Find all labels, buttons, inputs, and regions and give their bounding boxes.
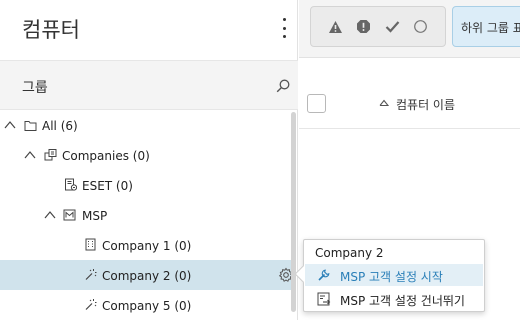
tree-item-label: Companies (0) [62, 149, 150, 163]
tree-item-company-5[interactable]: Company 5 (0) [0, 290, 292, 320]
search-icon[interactable] [276, 79, 290, 93]
tree-item-companies[interactable]: Companies (0) [0, 140, 292, 170]
tree-item-label: MSP [82, 209, 108, 223]
tree-item-all[interactable]: All (6) [0, 110, 292, 140]
groups-panel: 컴퓨터 그룹 All (6) Companies (0) ESET (0) MS… [0, 0, 298, 320]
msp-icon [63, 209, 76, 221]
menu-item-skip-msp-setup[interactable]: MSP 고객 설정 건너뛰기 [305, 288, 483, 310]
menu-item-label: MSP 고객 설정 건너뛰기 [340, 294, 465, 308]
wand-icon [85, 299, 97, 310]
menu-title: Company 2 [315, 246, 384, 260]
tree-item-label: Company 5 (0) [102, 299, 192, 313]
status-toolbar: 하위 그룹 표 [299, 0, 520, 58]
skip-setup-icon [317, 292, 331, 306]
companies-icon [44, 149, 57, 161]
tree-item-label: ESET (0) [82, 179, 133, 193]
tree-item-company-2[interactable]: Company 2 (0) [0, 260, 294, 290]
tree-item-label: Company 1 (0) [102, 239, 192, 253]
circle-icon [414, 20, 428, 33]
tree-item-company-1[interactable]: Company 1 (0) [0, 230, 292, 260]
group-section-label: 그룹 [22, 80, 48, 96]
menu-item-start-msp-setup[interactable]: MSP 고객 설정 시작 [305, 264, 483, 286]
ok-filter[interactable] [383, 18, 401, 36]
select-all-checkbox[interactable] [307, 94, 326, 113]
tree-scrollbar[interactable] [291, 112, 296, 320]
group-context-menu: Company 2 MSP 고객 설정 시작 MSP 고객 설정 건너뛰기 [294, 239, 485, 312]
scroll-thumb[interactable] [291, 112, 296, 312]
ok-check-icon [385, 21, 400, 33]
column-header-computer-name[interactable]: 컴퓨터 이름 [396, 96, 455, 113]
wand-icon [85, 269, 97, 280]
warning-icon [328, 20, 342, 33]
chevron-up-icon[interactable] [24, 149, 36, 161]
more-options-icon[interactable] [278, 18, 290, 38]
menu-item-label: MSP 고객 설정 시작 [340, 270, 443, 284]
page-title: 컴퓨터 [22, 18, 80, 42]
show-subgroups-button[interactable]: 하위 그룹 표 [452, 6, 520, 47]
tree-item-msp[interactable]: MSP [0, 200, 292, 230]
unknown-filter[interactable] [412, 18, 430, 36]
chevron-up-icon[interactable] [4, 119, 16, 131]
error-filter[interactable] [355, 18, 373, 36]
warning-filter[interactable] [326, 18, 344, 36]
error-icon [357, 20, 371, 33]
sort-ascending-icon[interactable] [379, 98, 389, 108]
eset-company-icon [65, 178, 77, 191]
status-filter-group [310, 6, 446, 47]
building-icon [85, 238, 96, 251]
group-section-header: 그룹 [0, 60, 298, 110]
chevron-up-icon[interactable] [44, 209, 56, 221]
tree-item-label: All (6) [42, 119, 78, 133]
tree-item-label: Company 2 (0) [102, 269, 192, 283]
tree-item-eset[interactable]: ESET (0) [0, 170, 292, 200]
wrench-icon [318, 269, 330, 281]
folder-icon [24, 121, 37, 131]
computer-list-header: 컴퓨터 이름 [299, 79, 520, 129]
